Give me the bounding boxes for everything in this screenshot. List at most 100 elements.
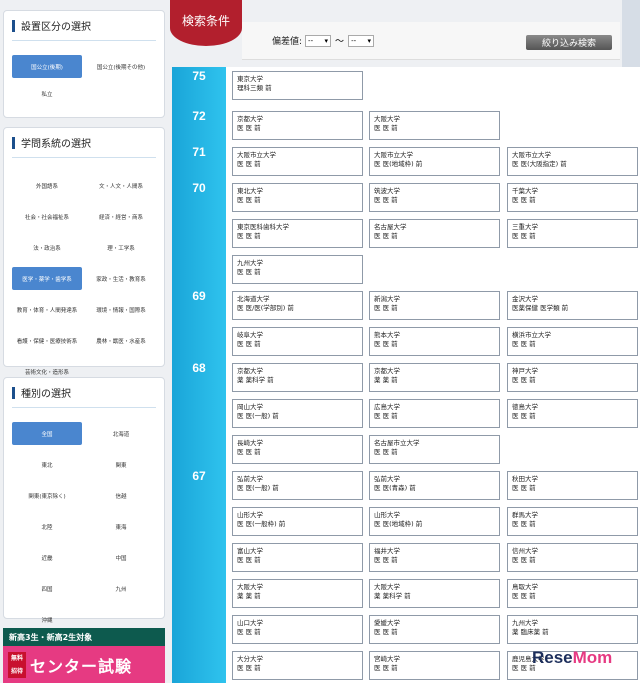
university-card[interactable]: 岡山大学医 医(一般) 前 (232, 399, 363, 428)
option-item[interactable]: 外国語系 (12, 174, 82, 197)
title-bar-icon (12, 19, 15, 32)
establishment-options: 国公立(後期) 国公立(後期その他) 私立 (4, 41, 164, 105)
deviation-value: 68 (172, 359, 226, 467)
university-name: 大阪大学 (237, 583, 263, 591)
department-name: 医 医 前 (374, 304, 398, 312)
university-card[interactable]: 北海道大学医 医/医(学部別) 前 (232, 291, 363, 320)
option-item[interactable]: 医学・薬学・歯学系 (12, 267, 82, 290)
university-card[interactable]: 東北大学医 医 前 (232, 183, 363, 212)
university-card[interactable]: 宮崎大学医 医 前 (369, 651, 500, 680)
university-card[interactable]: 京都大学薬 薬科学 前 (232, 363, 363, 392)
department-name: 医 医 前 (237, 160, 261, 168)
option-item[interactable]: 東海 (86, 515, 156, 538)
option-item[interactable]: 九州 (86, 577, 156, 600)
university-card[interactable]: 京都大学薬 薬 前 (369, 363, 500, 392)
university-card[interactable]: 金沢大学 医薬保健 医学類 前 (507, 291, 638, 320)
university-name: 東北大学 (237, 187, 263, 195)
university-card[interactable]: 九州大学医 医 前 (232, 255, 363, 284)
university-name: 愛媛大学 (374, 619, 400, 627)
university-card[interactable]: 徳島大学医 医 前 (507, 399, 638, 428)
department-name: 医 医 前 (237, 448, 261, 456)
university-name: 群馬大学 (512, 511, 538, 519)
university-card[interactable]: 神戸大学医 医 前 (507, 363, 638, 392)
option-item[interactable]: 関東 (86, 453, 156, 476)
option-item[interactable]: 中国 (86, 546, 156, 569)
university-card[interactable]: 千葉大学医 医 前 (507, 183, 638, 212)
university-card[interactable]: 筑波大学医 医 前 (369, 183, 500, 212)
deviation-min-select[interactable]: -- ▾ (305, 34, 332, 47)
university-card[interactable]: 大阪大学薬 薬 前 (232, 579, 363, 608)
university-card[interactable]: 長崎大学医 医 前 (232, 435, 363, 464)
university-card[interactable]: 群馬大学医 医 前 (507, 507, 638, 536)
university-card[interactable]: 大阪市立大学医 医 前 (232, 147, 363, 176)
option-item[interactable]: 理・工学系 (86, 236, 156, 259)
university-card[interactable]: 弘前大学医 医(青森) 前 (369, 471, 500, 500)
university-name: 大阪大学 (374, 115, 400, 123)
university-card[interactable]: 名古屋大学医 医 前 (369, 219, 500, 248)
department-name: 医 医(地域枠) 前 (374, 520, 423, 528)
department-name: 医 医 前 (512, 484, 536, 492)
option-item[interactable]: 北陸 (12, 515, 82, 538)
promo-banner[interactable]: 新高3生・新高2生対象 無料 招待 センター試験 (3, 628, 165, 683)
university-name: 広島大学 (374, 403, 400, 411)
option-item[interactable]: 近畿 (12, 546, 82, 569)
university-card[interactable]: 大分大学医 医 前 (232, 651, 363, 680)
university-card[interactable]: 大阪市立大学医 医(地域枠) 前 (369, 147, 500, 176)
university-card[interactable]: 岐阜大学医 医 前 (232, 327, 363, 356)
university-name: 岐阜大学 (237, 331, 263, 339)
option-item[interactable]: 東北 (12, 453, 82, 476)
option-item[interactable]: 経済・経営・商系 (86, 205, 156, 228)
option-item[interactable]: 全国 (12, 422, 82, 445)
university-card[interactable]: 九州大学薬 臨床薬 前 (507, 615, 638, 644)
university-card[interactable]: 大阪市立大学医 医(大阪指定) 前 (507, 147, 638, 176)
option-item[interactable]: 社会・社会福祉系 (12, 205, 82, 228)
university-card[interactable]: 鳥取大学医 医 前 (507, 579, 638, 608)
option-item[interactable]: 四国 (12, 577, 82, 600)
option-item[interactable]: 環境・情報・国際系 (86, 298, 156, 321)
university-card[interactable]: 山形大学医 医(地域枠) 前 (369, 507, 500, 536)
university-card[interactable]: 東京大学 理科三類 前 (232, 71, 363, 100)
university-card[interactable]: 信州大学医 医 前 (507, 543, 638, 572)
university-name: 富山大学 (237, 547, 263, 555)
option-item[interactable]: 文・人文・人間系 (86, 174, 156, 197)
university-card[interactable]: 山口大学医 医 前 (232, 615, 363, 644)
option-item[interactable]: 国公立(後期) (12, 55, 82, 78)
deviation-value: 70 (172, 179, 226, 287)
option-item[interactable]: 農林・獣医・水産系 (86, 329, 156, 352)
option-item[interactable]: 信越 (86, 484, 156, 507)
university-card[interactable]: 京都大学医 医 前 (232, 111, 363, 140)
university-name: 弘前大学 (374, 475, 400, 483)
department-name: 薬 薬科学 前 (374, 592, 411, 600)
option-item[interactable]: 法・政治系 (12, 236, 82, 259)
department-name: 薬 薬 前 (374, 376, 398, 384)
option-item[interactable]: 関東(東京除く) (12, 484, 82, 507)
filter-search-button[interactable]: 絞り込み検索 (526, 35, 612, 50)
university-card[interactable]: 東京医科歯科大学医 医 前 (232, 219, 363, 248)
university-card[interactable]: 福井大学医 医 前 (369, 543, 500, 572)
university-name: 大阪市立大学 (237, 151, 276, 159)
university-card[interactable]: 大阪大学薬 薬科学 前 (369, 579, 500, 608)
university-name: 大阪市立大学 (512, 151, 551, 159)
deviation-max-select[interactable]: -- ▾ (348, 34, 375, 47)
department-name: 医 医 前 (512, 232, 536, 240)
university-name: 名古屋大学 (374, 223, 407, 231)
university-card[interactable]: 横浜市立大学医 医 前 (507, 327, 638, 356)
university-card[interactable]: 山形大学医 医(一般枠) 前 (232, 507, 363, 536)
university-card[interactable]: 広島大学医 医 前 (369, 399, 500, 428)
university-card[interactable]: 大阪大学医 医 前 (369, 111, 500, 140)
right-edge-strip (622, 0, 640, 70)
university-card[interactable]: 新潟大学医 医 前 (369, 291, 500, 320)
option-item[interactable]: 国公立(後期その他) (86, 55, 156, 78)
university-card[interactable]: 秋田大学医 医 前 (507, 471, 638, 500)
university-card[interactable]: 愛媛大学医 医 前 (369, 615, 500, 644)
option-item[interactable]: 看護・保健・医療技術系 (12, 329, 82, 352)
option-item[interactable]: 家政・生活・教育系 (86, 267, 156, 290)
option-item[interactable]: 教育・体育・人間発達系 (12, 298, 82, 321)
university-card[interactable]: 三重大学医 医 前 (507, 219, 638, 248)
university-card[interactable]: 弘前大学医 医(一般) 前 (232, 471, 363, 500)
university-card[interactable]: 富山大学医 医 前 (232, 543, 363, 572)
university-card[interactable]: 名古屋市立大学医 医 前 (369, 435, 500, 464)
option-item[interactable]: 北海道 (86, 422, 156, 445)
option-item[interactable]: 私立 (12, 82, 82, 105)
university-card[interactable]: 熊本大学医 医 前 (369, 327, 500, 356)
